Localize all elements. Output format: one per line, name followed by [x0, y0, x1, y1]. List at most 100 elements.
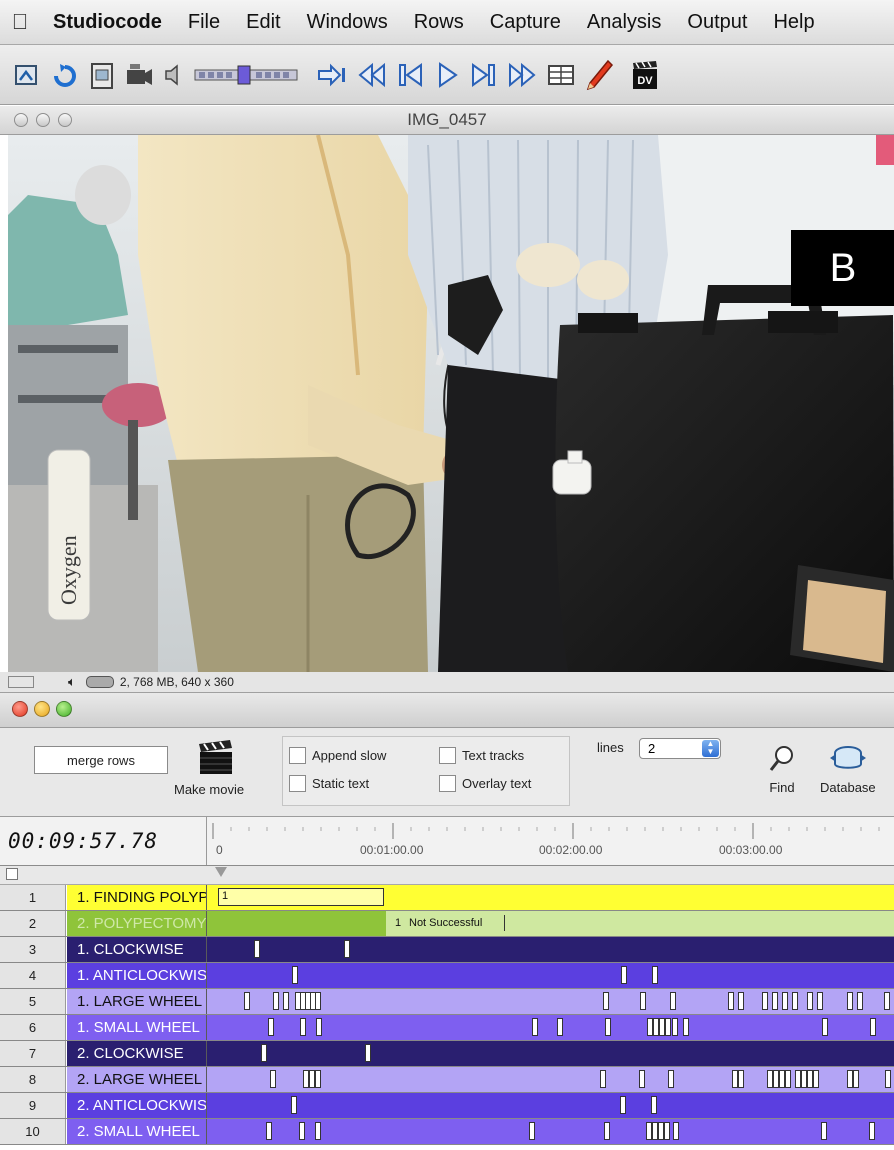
- instance-marker[interactable]: [270, 1070, 276, 1088]
- instance-polypectomy-green[interactable]: [207, 911, 386, 936]
- timeline-row-9[interactable]: 9 2. ANTICLOCKWISE: [0, 1093, 894, 1119]
- menu-capture[interactable]: Capture: [477, 11, 574, 34]
- instance-marker[interactable]: [785, 1070, 791, 1088]
- layout-toggle-icon[interactable]: [8, 676, 34, 688]
- instance-marker[interactable]: [792, 992, 798, 1010]
- volume-icon[interactable]: [162, 58, 186, 92]
- timeline-row-2[interactable]: 2 2. POLYPECTOMY 1 Not Successful: [0, 911, 894, 937]
- overlay-text-checkbox[interactable]: Overlay text: [439, 775, 531, 792]
- row-track[interactable]: [207, 1041, 894, 1066]
- instance-marker[interactable]: [821, 1122, 827, 1140]
- menu-file[interactable]: File: [175, 11, 233, 34]
- instance-marker[interactable]: [683, 1018, 689, 1036]
- pencil-icon[interactable]: [584, 58, 614, 92]
- instance-marker[interactable]: [315, 1070, 321, 1088]
- instance-marker[interactable]: [620, 1096, 626, 1114]
- row-label[interactable]: 1. FINDING POLYP: [67, 885, 207, 910]
- timeline-row-7[interactable]: 7 2. CLOCKWISE: [0, 1041, 894, 1067]
- instance-marker[interactable]: [291, 1096, 297, 1114]
- instance-marker[interactable]: [652, 966, 658, 984]
- apple-icon[interactable]: : [0, 9, 40, 35]
- row-track[interactable]: 1 Not Successful: [207, 911, 894, 936]
- menu-rows[interactable]: Rows: [401, 11, 477, 34]
- jog-slider[interactable]: [194, 58, 298, 92]
- instance-marker[interactable]: [870, 1018, 876, 1036]
- merge-rows-button[interactable]: merge rows: [34, 746, 168, 774]
- instance-marker[interactable]: [813, 1070, 819, 1088]
- instance-marker[interactable]: [762, 992, 768, 1010]
- split-icon[interactable]: [546, 58, 576, 92]
- instance-marker[interactable]: [665, 1018, 671, 1036]
- instance-marker[interactable]: [853, 1070, 859, 1088]
- find-button[interactable]: Find: [768, 744, 796, 795]
- playhead-marker[interactable]: [215, 867, 227, 877]
- lines-select[interactable]: 2 ▲ ▼: [639, 738, 721, 759]
- timeline-row-1[interactable]: 1 1. FINDING POLYP 1: [0, 885, 894, 911]
- instance-marker[interactable]: [639, 1070, 645, 1088]
- instance-marker[interactable]: [672, 1018, 678, 1036]
- close-button-active[interactable]: [12, 701, 28, 717]
- instance-marker[interactable]: [847, 992, 853, 1010]
- go-to-end-icon[interactable]: [316, 58, 348, 92]
- row-label[interactable]: 2. SMALL WHEEL: [67, 1119, 207, 1144]
- row-label[interactable]: 1. CLOCKWISE: [67, 937, 207, 962]
- timeline-row-4[interactable]: 4 1. ANTICLOCKWISE: [0, 963, 894, 989]
- timeline-row-3[interactable]: 3 1. CLOCKWISE: [0, 937, 894, 963]
- minimize-button-active[interactable]: [34, 701, 50, 717]
- zoom-button-active[interactable]: [56, 701, 72, 717]
- menu-output[interactable]: Output: [674, 11, 760, 34]
- instance-marker[interactable]: [782, 992, 788, 1010]
- row-label[interactable]: 2. ANTICLOCKWISE: [67, 1093, 207, 1118]
- instance-marker[interactable]: [670, 992, 676, 1010]
- instance-marker[interactable]: [772, 992, 778, 1010]
- instance-marker[interactable]: [344, 940, 350, 958]
- open-icon[interactable]: [12, 58, 42, 92]
- instance-marker[interactable]: [299, 1122, 305, 1140]
- row-label[interactable]: 1. LARGE WHEEL: [67, 989, 207, 1014]
- step-forward-icon[interactable]: [468, 58, 498, 92]
- row-label[interactable]: 2. CLOCKWISE: [67, 1041, 207, 1066]
- row-track[interactable]: [207, 963, 894, 988]
- instance-marker[interactable]: [600, 1070, 606, 1088]
- instance-finding-polyp[interactable]: 1: [218, 888, 384, 906]
- instance-marker[interactable]: [738, 992, 744, 1010]
- menu-edit[interactable]: Edit: [233, 11, 293, 34]
- instance-marker[interactable]: [292, 966, 298, 984]
- row-track[interactable]: [207, 1067, 894, 1092]
- instance-marker[interactable]: [651, 1096, 657, 1114]
- instance-marker[interactable]: [529, 1122, 535, 1140]
- instance-marker[interactable]: [603, 992, 609, 1010]
- row-track[interactable]: [207, 1119, 894, 1144]
- menu-analysis[interactable]: Analysis: [574, 11, 674, 34]
- instance-marker[interactable]: [728, 992, 734, 1010]
- instance-marker[interactable]: [869, 1122, 875, 1140]
- instance-marker[interactable]: [557, 1018, 563, 1036]
- menu-windows[interactable]: Windows: [294, 11, 401, 34]
- instance-marker[interactable]: [857, 992, 863, 1010]
- instance-marker[interactable]: [315, 1122, 321, 1140]
- fast-forward-icon[interactable]: [506, 58, 538, 92]
- instance-marker[interactable]: [244, 992, 250, 1010]
- timeline-row-6[interactable]: 6 1. SMALL WHEEL: [0, 1015, 894, 1041]
- row-label[interactable]: 2. LARGE WHEEL: [67, 1067, 207, 1092]
- row-label[interactable]: 1. ANTICLOCKWISE: [67, 963, 207, 988]
- instance-marker[interactable]: [621, 966, 627, 984]
- instance-marker[interactable]: [266, 1122, 272, 1140]
- instance-marker[interactable]: [365, 1044, 371, 1062]
- row-track[interactable]: [207, 937, 894, 962]
- video-frame[interactable]: Oxygen B: [8, 135, 894, 672]
- step-back-icon[interactable]: [396, 58, 426, 92]
- instance-marker[interactable]: [268, 1018, 274, 1036]
- row-track[interactable]: [207, 1015, 894, 1040]
- instance-marker[interactable]: [605, 1018, 611, 1036]
- instance-marker[interactable]: [668, 1070, 674, 1088]
- append-slow-checkbox[interactable]: Append slow: [289, 747, 386, 764]
- instance-marker[interactable]: [822, 1018, 828, 1036]
- instance-marker[interactable]: [532, 1018, 538, 1036]
- time-ruler[interactable]: [207, 817, 894, 865]
- row-track[interactable]: [207, 989, 894, 1014]
- timeline-row-10[interactable]: 10 2. SMALL WHEEL: [0, 1119, 894, 1145]
- row-track[interactable]: [207, 1093, 894, 1118]
- instance-marker[interactable]: [300, 1018, 306, 1036]
- instance-marker[interactable]: [315, 992, 321, 1010]
